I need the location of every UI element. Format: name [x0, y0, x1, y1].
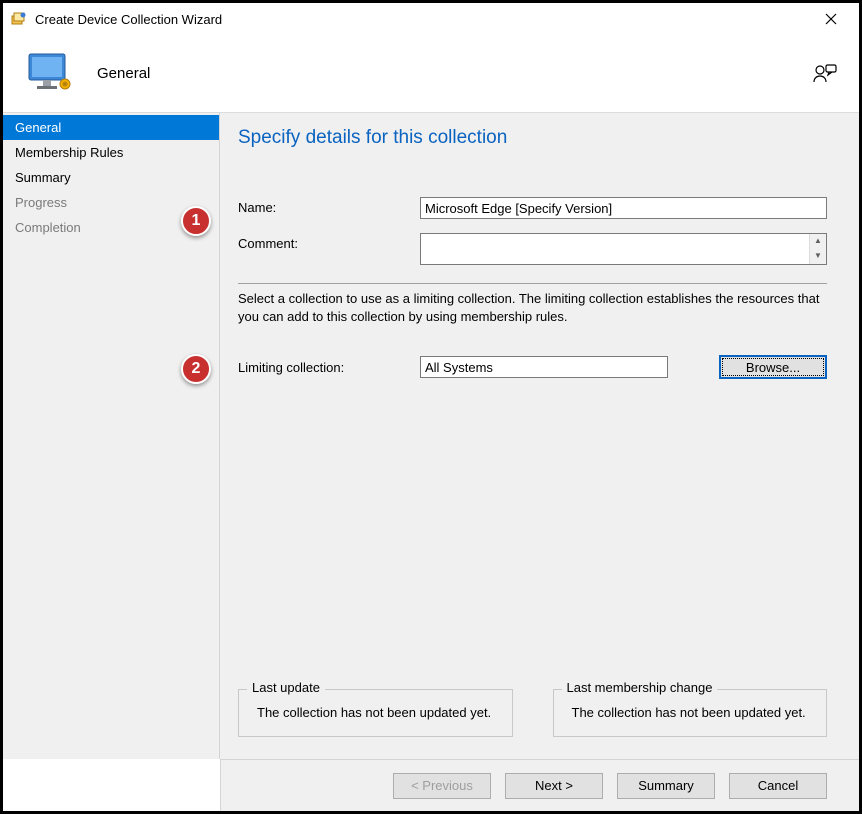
group-last-membership-change: Last membership change The collection ha… — [553, 689, 828, 737]
last-update-text: The collection has not been updated yet. — [251, 704, 500, 722]
comment-scroll-arrows: ▲ ▼ — [809, 234, 826, 264]
limiting-collection-field: All Systems — [420, 356, 668, 378]
monitor-icon — [25, 50, 73, 98]
limiting-label: Limiting collection: — [238, 360, 420, 375]
scroll-down-icon[interactable]: ▼ — [810, 249, 826, 264]
app-icon — [11, 11, 27, 27]
annotation-callout-1: 1 — [181, 206, 211, 236]
name-input[interactable] — [420, 197, 827, 219]
window-title: Create Device Collection Wizard — [35, 12, 811, 27]
comment-label: Comment: — [238, 233, 420, 251]
comment-input[interactable] — [421, 234, 809, 264]
page-title: Specify details for this collection — [238, 127, 827, 149]
sidebar-step-general[interactable]: General — [3, 115, 219, 140]
header-step-title: General — [97, 65, 150, 82]
limiting-hint-text: Select a collection to use as a limiting… — [238, 283, 827, 325]
last-membership-legend: Last membership change — [562, 680, 718, 695]
browse-button[interactable]: Browse... — [719, 355, 827, 379]
wizard-window: Create Device Collection Wizard General — [0, 0, 862, 814]
summary-button[interactable]: Summary — [617, 773, 715, 799]
status-groups: Last update The collection has not been … — [238, 689, 827, 737]
cancel-button[interactable]: Cancel — [729, 773, 827, 799]
group-last-update: Last update The collection has not been … — [238, 689, 513, 737]
wizard-header: General — [3, 35, 859, 113]
feedback-icon[interactable] — [813, 64, 837, 84]
next-button[interactable]: Next > — [505, 773, 603, 799]
last-membership-text: The collection has not been updated yet. — [566, 704, 815, 722]
row-comment: Comment: ▲ ▼ — [238, 233, 827, 265]
titlebar: Create Device Collection Wizard — [3, 3, 859, 35]
wizard-body: 1 2 General Membership Rules Summary Pro… — [3, 113, 859, 759]
row-limiting-collection: Limiting collection: All Systems Browse.… — [238, 355, 827, 379]
previous-button: < Previous — [393, 773, 491, 799]
name-label: Name: — [238, 197, 420, 215]
last-update-legend: Last update — [247, 680, 325, 695]
row-name: Name: — [238, 197, 827, 219]
sidebar-step-summary[interactable]: Summary — [3, 165, 219, 190]
wizard-content: Specify details for this collection Name… — [220, 113, 859, 759]
comment-field-wrap: ▲ ▼ — [420, 233, 827, 265]
wizard-button-bar: < Previous Next > Summary Cancel — [220, 759, 859, 811]
sidebar-step-membership-rules[interactable]: Membership Rules — [3, 140, 219, 165]
scroll-up-icon[interactable]: ▲ — [810, 234, 826, 249]
annotation-callout-2: 2 — [181, 354, 211, 384]
close-button[interactable] — [811, 4, 851, 34]
